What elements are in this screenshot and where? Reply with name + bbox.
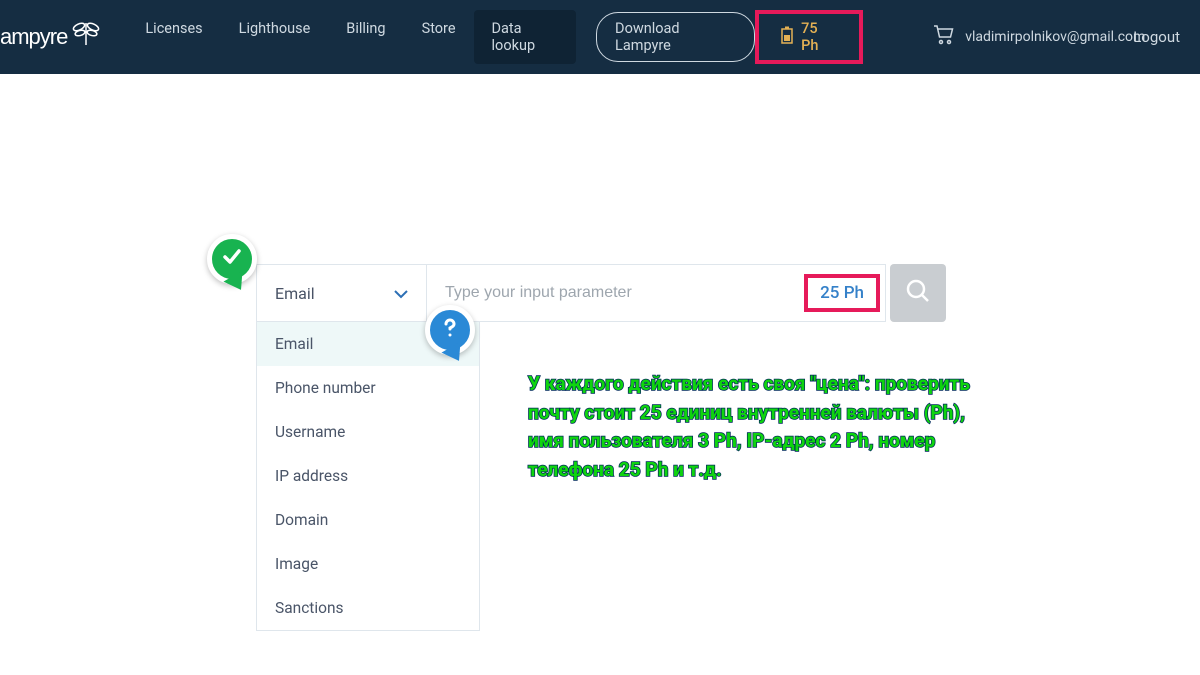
question-badge	[425, 305, 475, 355]
dropdown-item-ip[interactable]: IP address	[257, 454, 479, 498]
chevron-down-icon	[394, 284, 408, 303]
search-icon	[904, 277, 932, 309]
type-select[interactable]: Email	[256, 264, 426, 322]
dragonfly-icon	[71, 19, 101, 55]
cart-icon[interactable]	[933, 25, 955, 49]
nav-billing[interactable]: Billing	[328, 10, 403, 64]
annotation-text: У каждого действия есть своя "цена": про…	[528, 370, 988, 484]
balance-display[interactable]: 75 Ph	[755, 10, 863, 64]
type-select-value: Email	[275, 284, 315, 303]
user-email[interactable]: vladimirpolnikov@gmail.com	[965, 29, 1115, 46]
navbar: ampyre Licenses Lighthouse Billing Store…	[0, 0, 1200, 74]
type-dropdown: Email Phone number Username IP address D…	[256, 322, 480, 631]
main-content: Email 25 Ph Email Phone num	[0, 74, 1200, 164]
nav-data-lookup[interactable]: Data lookup	[474, 10, 577, 64]
nav-store[interactable]: Store	[404, 10, 474, 64]
dropdown-item-domain[interactable]: Domain	[257, 498, 479, 542]
nav-links: Licenses Lighthouse Billing Store Data l…	[127, 10, 576, 64]
dropdown-item-username[interactable]: Username	[257, 410, 479, 454]
nav-lighthouse[interactable]: Lighthouse	[221, 10, 329, 64]
dropdown-item-sanctions[interactable]: Sanctions	[257, 586, 479, 630]
question-icon	[438, 316, 462, 344]
user-area: vladimirpolnikov@gmail.com	[933, 25, 1115, 49]
logo[interactable]: ampyre	[0, 19, 103, 55]
download-button[interactable]: Download Lampyre	[596, 12, 755, 62]
battery-icon	[781, 26, 793, 48]
search-container: Email 25 Ph Email Phone num	[256, 264, 946, 322]
cost-display: 25 Ph	[804, 274, 880, 312]
logout-link[interactable]: Logout	[1133, 28, 1180, 46]
logo-text: ampyre	[0, 24, 67, 50]
dropdown-item-image[interactable]: Image	[257, 542, 479, 586]
balance-text: 75 Ph	[801, 20, 837, 54]
dropdown-item-phone[interactable]: Phone number	[257, 366, 479, 410]
nav-licenses[interactable]: Licenses	[127, 10, 220, 64]
search-button[interactable]	[890, 264, 946, 322]
checkmark-badge	[207, 234, 257, 284]
check-icon	[220, 245, 244, 273]
